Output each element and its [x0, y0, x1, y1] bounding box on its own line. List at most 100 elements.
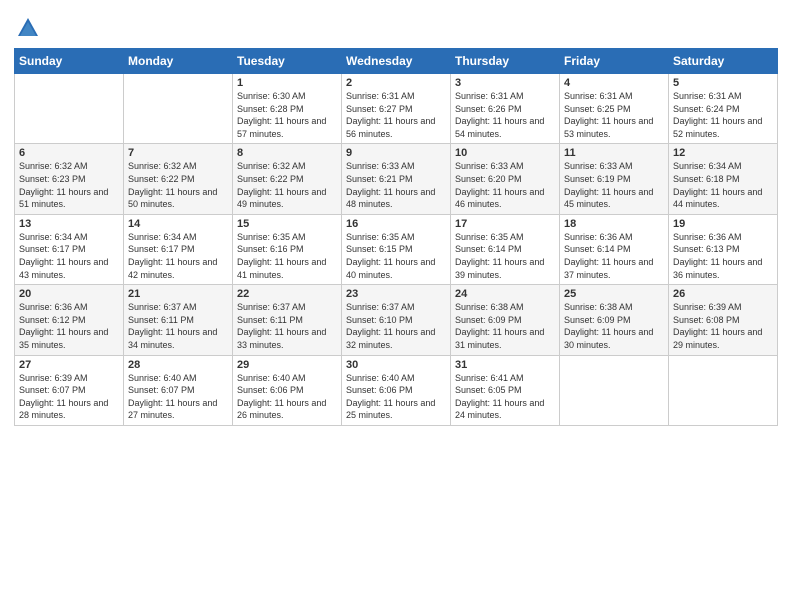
day-info: Sunrise: 6:31 AMSunset: 6:27 PMDaylight:…: [346, 90, 446, 140]
day-number: 11: [564, 147, 664, 159]
day-info: Sunrise: 6:40 AMSunset: 6:06 PMDaylight:…: [237, 372, 337, 422]
day-info: Sunrise: 6:32 AMSunset: 6:22 PMDaylight:…: [237, 160, 337, 210]
day-cell: 11Sunrise: 6:33 AMSunset: 6:19 PMDayligh…: [560, 144, 669, 214]
day-number: 14: [128, 218, 228, 230]
weekday-header-thursday: Thursday: [451, 49, 560, 74]
day-number: 21: [128, 288, 228, 300]
weekday-header-saturday: Saturday: [669, 49, 778, 74]
weekday-header-row: SundayMondayTuesdayWednesdayThursdayFrid…: [15, 49, 778, 74]
day-number: 25: [564, 288, 664, 300]
calendar-table: SundayMondayTuesdayWednesdayThursdayFrid…: [14, 48, 778, 426]
day-info: Sunrise: 6:39 AMSunset: 6:08 PMDaylight:…: [673, 301, 773, 351]
day-info: Sunrise: 6:32 AMSunset: 6:23 PMDaylight:…: [19, 160, 119, 210]
day-info: Sunrise: 6:33 AMSunset: 6:20 PMDaylight:…: [455, 160, 555, 210]
day-cell: 29Sunrise: 6:40 AMSunset: 6:06 PMDayligh…: [233, 355, 342, 425]
weekday-header-wednesday: Wednesday: [342, 49, 451, 74]
day-cell: 17Sunrise: 6:35 AMSunset: 6:14 PMDayligh…: [451, 214, 560, 284]
day-cell: 9Sunrise: 6:33 AMSunset: 6:21 PMDaylight…: [342, 144, 451, 214]
weekday-header-sunday: Sunday: [15, 49, 124, 74]
week-row-1: 1Sunrise: 6:30 AMSunset: 6:28 PMDaylight…: [15, 74, 778, 144]
day-cell: [124, 74, 233, 144]
day-number: 24: [455, 288, 555, 300]
day-info: Sunrise: 6:36 AMSunset: 6:14 PMDaylight:…: [564, 231, 664, 281]
day-cell: 27Sunrise: 6:39 AMSunset: 6:07 PMDayligh…: [15, 355, 124, 425]
day-info: Sunrise: 6:34 AMSunset: 6:18 PMDaylight:…: [673, 160, 773, 210]
day-cell: 26Sunrise: 6:39 AMSunset: 6:08 PMDayligh…: [669, 285, 778, 355]
day-cell: [560, 355, 669, 425]
day-number: 15: [237, 218, 337, 230]
day-number: 13: [19, 218, 119, 230]
day-cell: [15, 74, 124, 144]
week-row-5: 27Sunrise: 6:39 AMSunset: 6:07 PMDayligh…: [15, 355, 778, 425]
weekday-header-monday: Monday: [124, 49, 233, 74]
day-number: 28: [128, 359, 228, 371]
day-info: Sunrise: 6:36 AMSunset: 6:13 PMDaylight:…: [673, 231, 773, 281]
weekday-header-friday: Friday: [560, 49, 669, 74]
day-number: 17: [455, 218, 555, 230]
day-number: 7: [128, 147, 228, 159]
day-cell: 19Sunrise: 6:36 AMSunset: 6:13 PMDayligh…: [669, 214, 778, 284]
day-cell: 4Sunrise: 6:31 AMSunset: 6:25 PMDaylight…: [560, 74, 669, 144]
day-info: Sunrise: 6:37 AMSunset: 6:11 PMDaylight:…: [128, 301, 228, 351]
day-number: 6: [19, 147, 119, 159]
day-number: 23: [346, 288, 446, 300]
day-cell: 15Sunrise: 6:35 AMSunset: 6:16 PMDayligh…: [233, 214, 342, 284]
day-info: Sunrise: 6:33 AMSunset: 6:21 PMDaylight:…: [346, 160, 446, 210]
week-row-2: 6Sunrise: 6:32 AMSunset: 6:23 PMDaylight…: [15, 144, 778, 214]
day-cell: 5Sunrise: 6:31 AMSunset: 6:24 PMDaylight…: [669, 74, 778, 144]
day-info: Sunrise: 6:31 AMSunset: 6:24 PMDaylight:…: [673, 90, 773, 140]
day-number: 10: [455, 147, 555, 159]
day-number: 1: [237, 77, 337, 89]
day-cell: 24Sunrise: 6:38 AMSunset: 6:09 PMDayligh…: [451, 285, 560, 355]
day-number: 16: [346, 218, 446, 230]
day-cell: 3Sunrise: 6:31 AMSunset: 6:26 PMDaylight…: [451, 74, 560, 144]
day-info: Sunrise: 6:39 AMSunset: 6:07 PMDaylight:…: [19, 372, 119, 422]
day-info: Sunrise: 6:38 AMSunset: 6:09 PMDaylight:…: [455, 301, 555, 351]
day-cell: 16Sunrise: 6:35 AMSunset: 6:15 PMDayligh…: [342, 214, 451, 284]
day-number: 18: [564, 218, 664, 230]
day-info: Sunrise: 6:40 AMSunset: 6:06 PMDaylight:…: [346, 372, 446, 422]
header: [14, 10, 778, 42]
day-cell: [669, 355, 778, 425]
day-number: 9: [346, 147, 446, 159]
day-cell: 13Sunrise: 6:34 AMSunset: 6:17 PMDayligh…: [15, 214, 124, 284]
day-info: Sunrise: 6:34 AMSunset: 6:17 PMDaylight:…: [19, 231, 119, 281]
day-info: Sunrise: 6:35 AMSunset: 6:14 PMDaylight:…: [455, 231, 555, 281]
day-info: Sunrise: 6:30 AMSunset: 6:28 PMDaylight:…: [237, 90, 337, 140]
day-cell: 1Sunrise: 6:30 AMSunset: 6:28 PMDaylight…: [233, 74, 342, 144]
day-cell: 7Sunrise: 6:32 AMSunset: 6:22 PMDaylight…: [124, 144, 233, 214]
logo: [14, 14, 46, 42]
day-number: 20: [19, 288, 119, 300]
logo-icon: [14, 14, 42, 42]
day-info: Sunrise: 6:38 AMSunset: 6:09 PMDaylight:…: [564, 301, 664, 351]
day-number: 12: [673, 147, 773, 159]
week-row-3: 13Sunrise: 6:34 AMSunset: 6:17 PMDayligh…: [15, 214, 778, 284]
day-cell: 23Sunrise: 6:37 AMSunset: 6:10 PMDayligh…: [342, 285, 451, 355]
day-cell: 31Sunrise: 6:41 AMSunset: 6:05 PMDayligh…: [451, 355, 560, 425]
day-info: Sunrise: 6:31 AMSunset: 6:25 PMDaylight:…: [564, 90, 664, 140]
day-number: 29: [237, 359, 337, 371]
day-cell: 18Sunrise: 6:36 AMSunset: 6:14 PMDayligh…: [560, 214, 669, 284]
day-number: 19: [673, 218, 773, 230]
day-number: 31: [455, 359, 555, 371]
day-number: 3: [455, 77, 555, 89]
day-number: 26: [673, 288, 773, 300]
day-info: Sunrise: 6:36 AMSunset: 6:12 PMDaylight:…: [19, 301, 119, 351]
day-number: 27: [19, 359, 119, 371]
day-number: 22: [237, 288, 337, 300]
day-cell: 25Sunrise: 6:38 AMSunset: 6:09 PMDayligh…: [560, 285, 669, 355]
day-number: 4: [564, 77, 664, 89]
day-info: Sunrise: 6:35 AMSunset: 6:16 PMDaylight:…: [237, 231, 337, 281]
weekday-header-tuesday: Tuesday: [233, 49, 342, 74]
day-cell: 22Sunrise: 6:37 AMSunset: 6:11 PMDayligh…: [233, 285, 342, 355]
day-cell: 28Sunrise: 6:40 AMSunset: 6:07 PMDayligh…: [124, 355, 233, 425]
day-cell: 6Sunrise: 6:32 AMSunset: 6:23 PMDaylight…: [15, 144, 124, 214]
day-cell: 30Sunrise: 6:40 AMSunset: 6:06 PMDayligh…: [342, 355, 451, 425]
day-cell: 8Sunrise: 6:32 AMSunset: 6:22 PMDaylight…: [233, 144, 342, 214]
day-info: Sunrise: 6:31 AMSunset: 6:26 PMDaylight:…: [455, 90, 555, 140]
day-info: Sunrise: 6:33 AMSunset: 6:19 PMDaylight:…: [564, 160, 664, 210]
day-number: 8: [237, 147, 337, 159]
day-info: Sunrise: 6:32 AMSunset: 6:22 PMDaylight:…: [128, 160, 228, 210]
day-cell: 2Sunrise: 6:31 AMSunset: 6:27 PMDaylight…: [342, 74, 451, 144]
day-cell: 21Sunrise: 6:37 AMSunset: 6:11 PMDayligh…: [124, 285, 233, 355]
